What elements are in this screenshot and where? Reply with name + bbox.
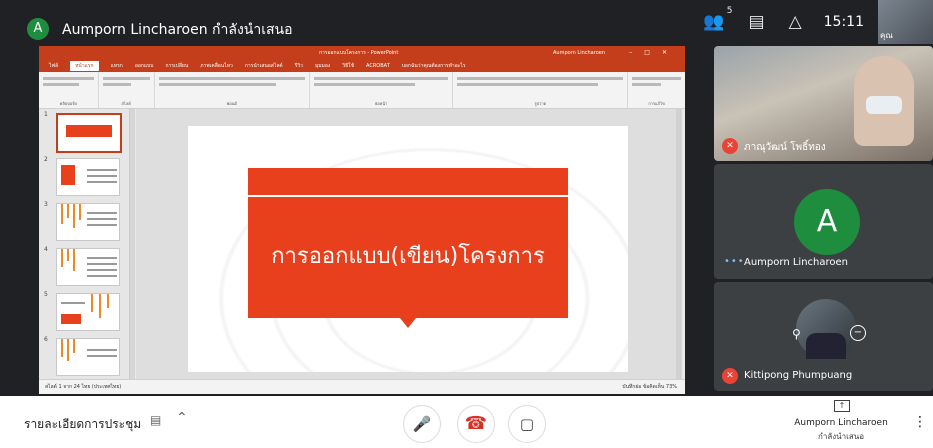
window-controls-icon: –□✕ bbox=[629, 49, 679, 56]
ppt-tab: การนำเสนอสไลด์ bbox=[244, 63, 283, 69]
callout-tail bbox=[400, 318, 416, 328]
ppt-ribbon: คลิปบอร์ด สไลด์ ฟอนต์ ย่อหน้า รูปวาด การ… bbox=[39, 72, 685, 109]
participant-name: Kittipong Phumpuang bbox=[744, 370, 853, 381]
ppt-status-bar: สไลด์ 1 จาก 24 ไทย (ประเทศไทย) บันทึกย่อ… bbox=[39, 379, 685, 394]
ribbon-group: รูปวาด bbox=[453, 72, 629, 108]
status-right: บันทึกย่อ ข้อคิดเห็น 73% bbox=[622, 384, 677, 390]
slide-canvas: การออกแบบ(เขียน)โครงการ bbox=[136, 109, 682, 379]
participant-name: ภาณุวัฒน์ โพธิ์ทอง bbox=[744, 142, 826, 153]
phone-hangup-icon: ☎ bbox=[464, 413, 488, 434]
participant-avatar: A bbox=[794, 189, 860, 255]
audio-indicator-icon: ••• bbox=[724, 256, 745, 267]
ppt-window-title: การออกแบบโครงการ - PowerPoint bbox=[319, 50, 399, 56]
chat-icon[interactable]: ▤ bbox=[749, 12, 765, 32]
present-now-icon[interactable]: ↑ bbox=[834, 400, 850, 412]
ribbon-group: ย่อหน้า bbox=[310, 72, 454, 108]
face-mask bbox=[866, 96, 902, 114]
ribbon-group: คลิปบอร์ด bbox=[39, 72, 99, 108]
status-left: สไลด์ 1 จาก 24 ไทย (ประเทศไทย) bbox=[45, 384, 122, 390]
ppt-tab-active: หน้าแรก bbox=[70, 61, 99, 71]
participant-tile[interactable]: A ••• Aumporn Lincharoen bbox=[714, 164, 933, 279]
pin-icon[interactable]: ⚲ bbox=[792, 327, 801, 341]
ppt-tab: ภาพเคลื่อนไหว bbox=[200, 63, 233, 69]
title-callout-box: การออกแบบ(เขียน)โครงการ bbox=[248, 168, 568, 328]
ppt-tab: วิธีใช้ bbox=[342, 63, 354, 69]
current-slide: การออกแบบ(เขียน)โครงการ bbox=[188, 126, 628, 372]
top-icons: 👥 5 ▤ △ 15:11 คุณ bbox=[691, 0, 933, 44]
shared-screen: การออกแบบโครงการ - PowerPoint Aumporn Li… bbox=[39, 46, 685, 394]
ppt-tab: การเปลี่ยน bbox=[165, 63, 189, 69]
microphone-button[interactable]: 🎤 bbox=[403, 405, 441, 443]
slide-thumb: 5 bbox=[42, 291, 124, 331]
self-label: คุณ bbox=[880, 31, 893, 40]
participant-count: 5 bbox=[726, 6, 733, 16]
presenting-subtitle: กำลังนำเสนอ bbox=[818, 432, 864, 441]
slide-title: การออกแบบ(เขียน)โครงการ bbox=[271, 244, 545, 269]
ppt-tab: ออกแบบ bbox=[134, 63, 154, 69]
people-icon[interactable]: 👥 5 bbox=[703, 6, 732, 32]
presenting-title: Aumporn Lincharoen กำลังนำเสนอ bbox=[62, 22, 293, 38]
clock: 15:11 bbox=[823, 14, 864, 30]
thumb-scrollbar bbox=[130, 109, 135, 379]
ribbon-group: ฟอนต์ bbox=[155, 72, 310, 108]
ppt-tabs: ไฟล์ หน้าแรก แทรก ออกแบบ การเปลี่ยน ภาพเ… bbox=[39, 60, 685, 72]
hang-up-button[interactable]: ☎ bbox=[457, 405, 495, 443]
mic-off-icon: ✕ bbox=[722, 368, 738, 384]
ppt-tab: ACROBAT bbox=[366, 63, 390, 69]
participant-tile[interactable]: ✕ ภาณุวัฒน์ โพธิ์ทอง bbox=[714, 46, 933, 161]
participant-tile[interactable]: ⚲ − ✕ Kittipong Phumpuang bbox=[714, 282, 933, 391]
microphone-icon: 🎤 bbox=[412, 415, 432, 433]
mic-off-icon: ✕ bbox=[722, 138, 738, 154]
remove-icon[interactable]: − bbox=[850, 325, 866, 341]
slide-thumb: 3 bbox=[42, 201, 124, 241]
slide-thumbnails: 1 2 3 4 5 6 bbox=[39, 109, 130, 379]
ppt-title-bar: การออกแบบโครงการ - PowerPoint Aumporn Li… bbox=[39, 46, 685, 60]
activities-icon[interactable]: △ bbox=[789, 12, 802, 32]
callout-divider bbox=[248, 195, 568, 197]
top-bar: A Aumporn Lincharoen กำลังนำเสนอ 👥 5 ▤ △ … bbox=[0, 0, 933, 44]
ppt-tab: มุมมอง bbox=[314, 63, 331, 69]
camera-icon: ▢ bbox=[519, 415, 535, 433]
self-view-thumbnail[interactable]: คุณ bbox=[878, 0, 933, 44]
slide-thumb: 4 bbox=[42, 246, 124, 286]
slide-thumb: 1 bbox=[42, 111, 124, 153]
captions-icon[interactable]: ▤ bbox=[150, 413, 161, 427]
ppt-tab: รีวิว bbox=[294, 63, 303, 69]
presenting-name[interactable]: Aumporn Lincharoen bbox=[780, 418, 902, 428]
chevron-up-icon[interactable]: ⌃ bbox=[176, 410, 188, 426]
camera-button[interactable]: ▢ bbox=[508, 405, 546, 443]
more-options-icon[interactable]: ⋮ bbox=[913, 414, 927, 430]
canvas-scrollbar bbox=[676, 109, 682, 379]
ppt-tab: ไฟล์ bbox=[49, 63, 59, 69]
presenter-avatar: A bbox=[27, 18, 49, 40]
bottom-bar: รายละเอียดการประชุม ▤ ⌃ 🎤 ☎ ▢ ↑ Aumporn … bbox=[0, 396, 933, 448]
participant-video bbox=[796, 299, 856, 359]
ribbon-group: สไลด์ bbox=[99, 72, 155, 108]
participant-name: Aumporn Lincharoen bbox=[744, 257, 848, 268]
slide-thumb: 6 bbox=[42, 336, 124, 376]
ribbon-group: การแก้ไข bbox=[628, 72, 685, 108]
meeting-details-button[interactable]: รายละเอียดการประชุม bbox=[24, 415, 141, 434]
ppt-tab-tell-me: บอกฉันว่าคุณต้องการทำอะไร bbox=[401, 63, 466, 69]
ppt-user: Aumporn Lincharoen bbox=[553, 50, 605, 56]
ppt-tab: แทรก bbox=[110, 63, 123, 69]
slide-thumb: 2 bbox=[42, 156, 124, 196]
